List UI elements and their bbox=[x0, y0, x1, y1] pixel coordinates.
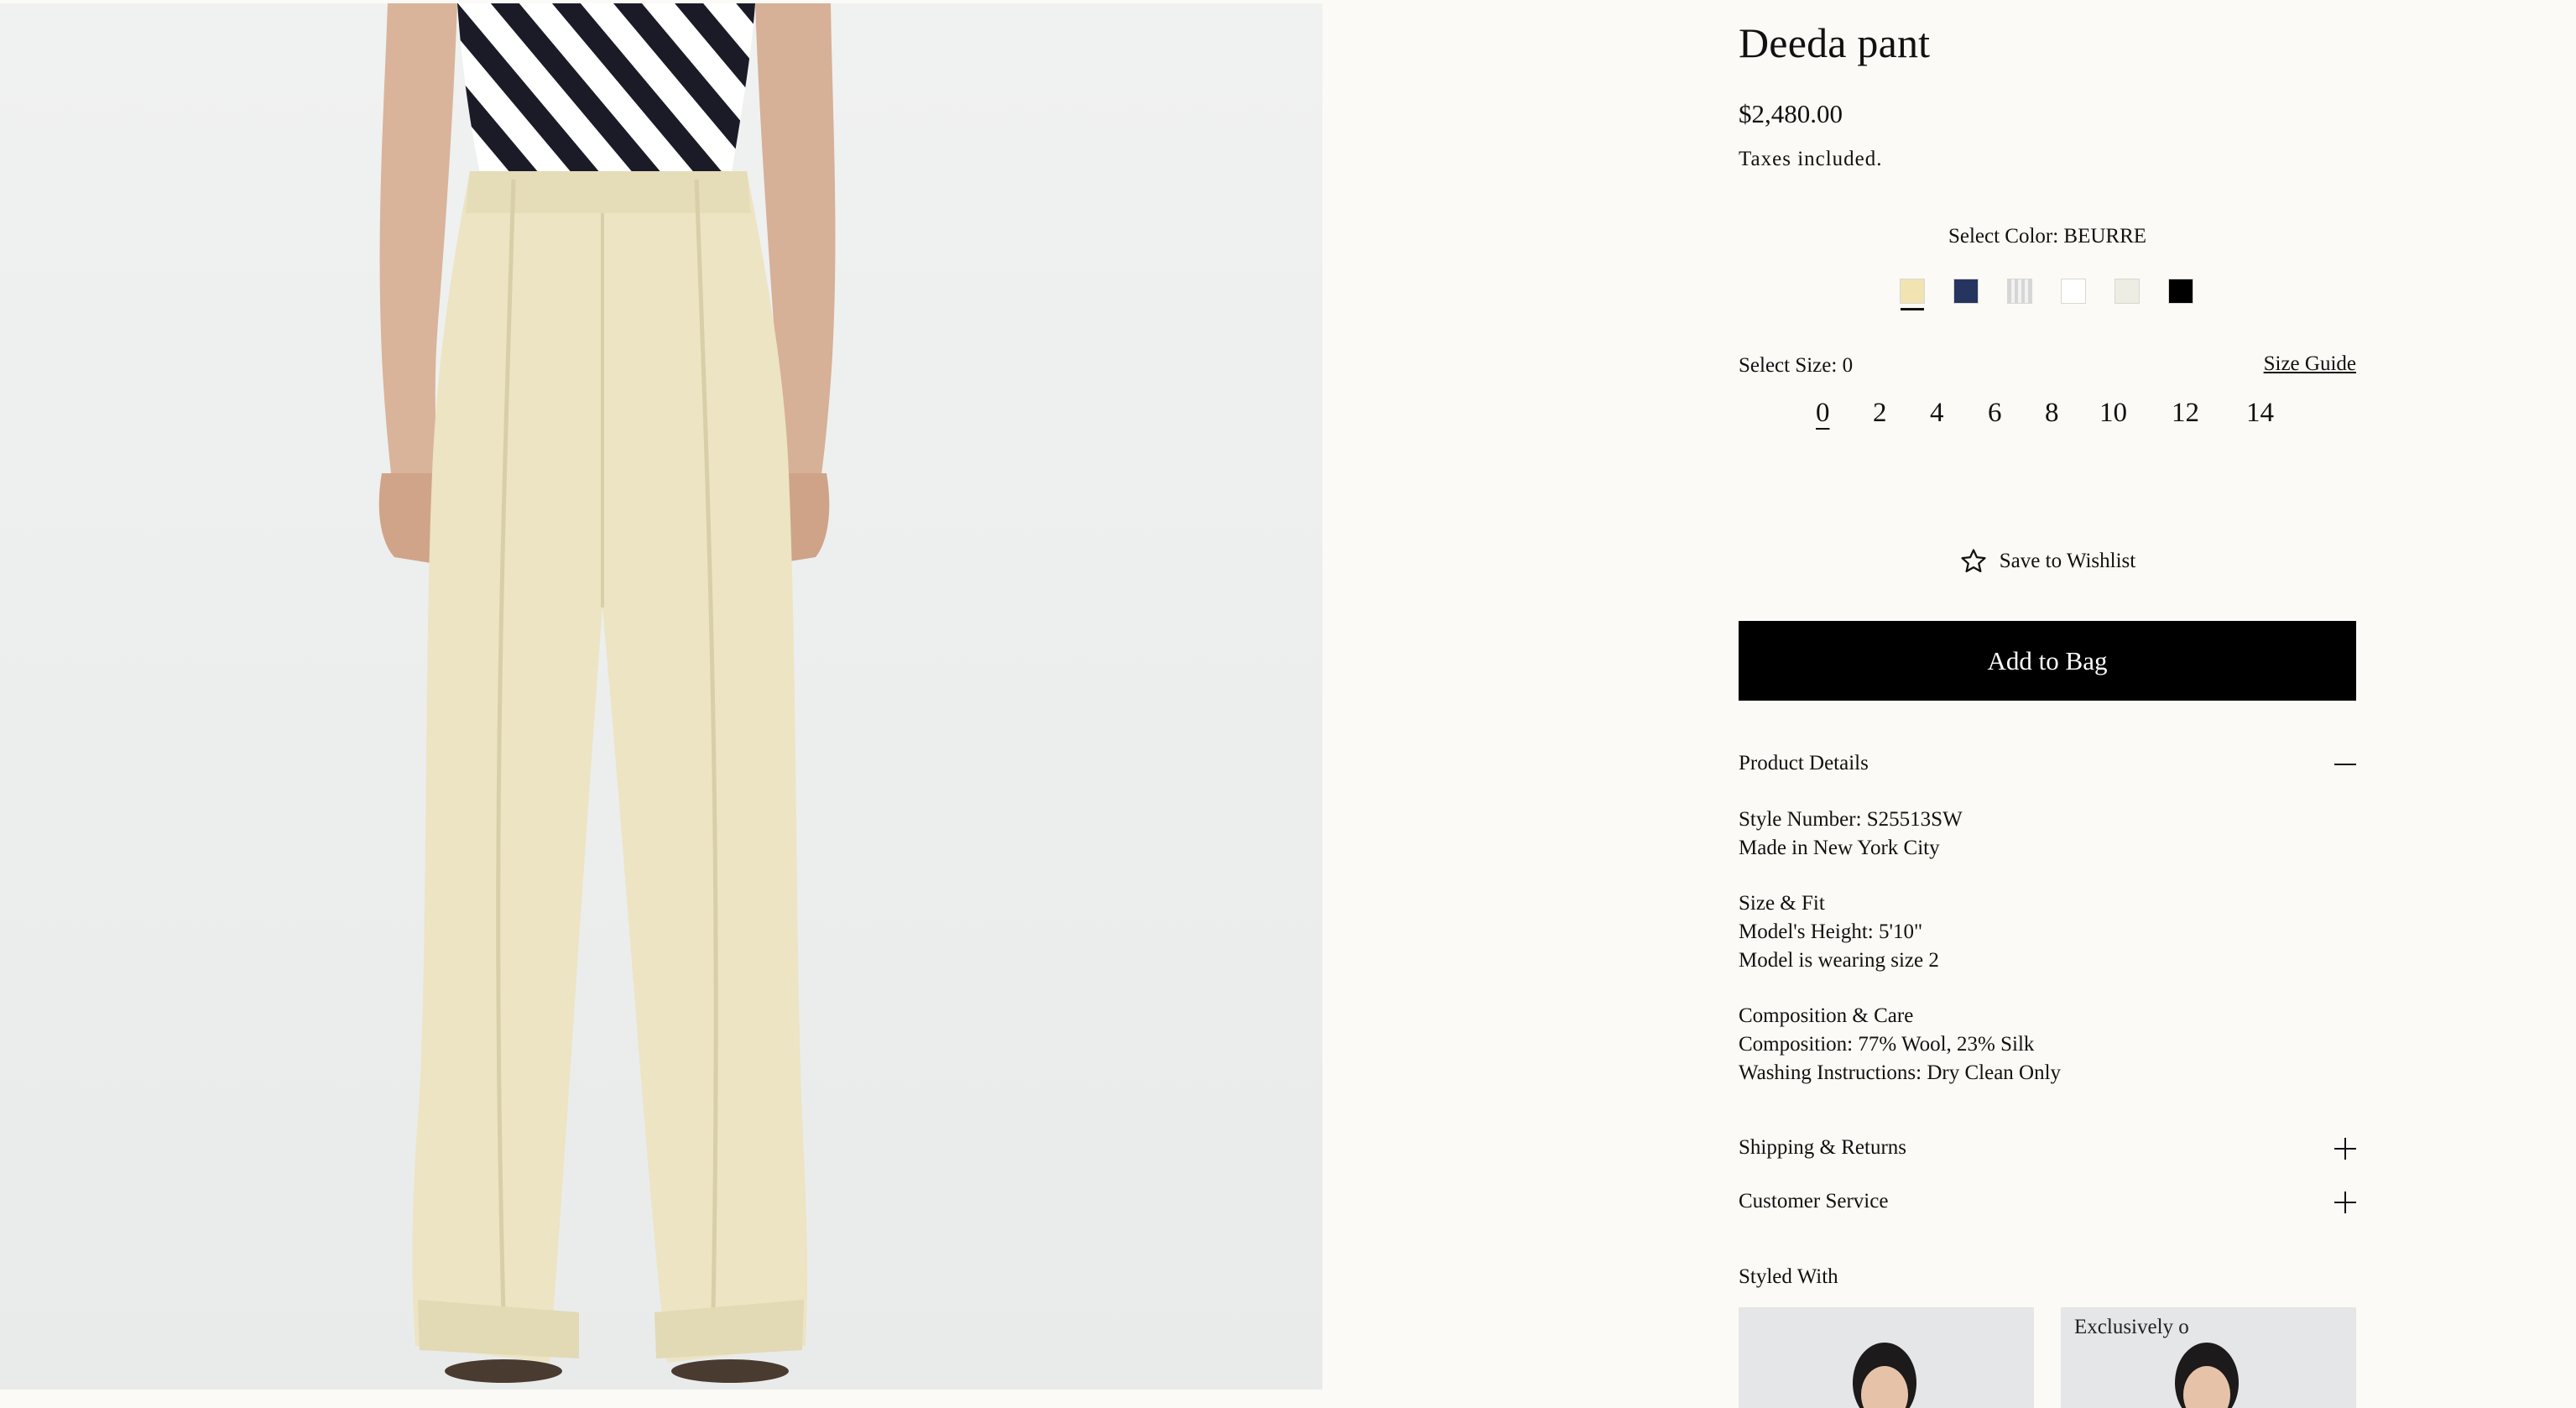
details-line: Composition: 77% Wool, 23% Silk bbox=[1739, 1033, 2035, 1056]
details-group: Size & Fit Model's Height: 5'10" Model is … bbox=[1739, 889, 2356, 975]
exclusive-badge: Exclusively o bbox=[2074, 1316, 2189, 1338]
color-select-label: Select Color: BEURRE bbox=[1948, 225, 2147, 248]
color-swatch-black[interactable] bbox=[2168, 279, 2193, 304]
size-option-10[interactable]: 10 bbox=[2099, 398, 2127, 429]
size-option-6[interactable]: 6 bbox=[1988, 398, 2002, 429]
shipping-returns-toggle[interactable]: Shipping & Returns bbox=[1739, 1136, 2356, 1160]
wishlist-label: Save to Wishlist bbox=[1999, 550, 2136, 572]
details-line: Model is wearing size 2 bbox=[1739, 949, 1939, 972]
size-option-8[interactable]: 8 bbox=[2045, 398, 2059, 429]
size-option-2[interactable]: 2 bbox=[1873, 398, 1887, 429]
color-swatch-white[interactable] bbox=[2061, 279, 2086, 304]
color-swatch-navy[interactable] bbox=[1953, 279, 1979, 304]
shipping-returns-heading: Shipping & Returns bbox=[1739, 1136, 1907, 1159]
size-select-label: Select Size: 0 bbox=[1739, 354, 1854, 377]
taxes-note: Taxes included. bbox=[1739, 148, 1883, 170]
add-to-bag-button[interactable]: Add to Bag bbox=[1739, 621, 2356, 701]
details-group: Style Number: S25513SW Made in New York C… bbox=[1739, 806, 2356, 863]
size-option-0[interactable]: 0 bbox=[1816, 398, 1830, 429]
details-line: Made in New York City bbox=[1739, 837, 1940, 859]
minus-icon bbox=[2334, 754, 2356, 775]
star-icon bbox=[1961, 549, 1986, 573]
details-line: Model's Height: 5'10" bbox=[1739, 920, 1923, 943]
size-guide-link[interactable]: Size Guide bbox=[2264, 352, 2356, 376]
color-swatches bbox=[1900, 279, 2193, 310]
details-line: Style Number: S25513SW bbox=[1739, 808, 1963, 831]
save-to-wishlist-button[interactable]: Save to Wishlist bbox=[1739, 547, 2356, 576]
color-swatch-ivory[interactable] bbox=[2115, 279, 2140, 304]
product-photo bbox=[0, 3, 1322, 1390]
product-details-heading: Product Details bbox=[1739, 752, 1869, 774]
styled-with-item-2[interactable]: Exclusively o bbox=[2061, 1307, 2356, 1408]
styled-with-item-1[interactable] bbox=[1739, 1307, 2034, 1408]
product-info-panel: Deeda pant $2,480.00 Taxes included. Sel… bbox=[1739, 0, 2356, 1408]
plus-icon bbox=[2334, 1138, 2356, 1160]
product-title: Deeda pant bbox=[1739, 19, 1931, 66]
styled-with-heading: Styled With bbox=[1739, 1265, 1838, 1288]
size-option-14[interactable]: 14 bbox=[2246, 398, 2274, 429]
size-option-12[interactable]: 12 bbox=[2172, 398, 2199, 429]
customer-service-toggle[interactable]: Customer Service bbox=[1739, 1190, 2356, 1213]
customer-service-heading: Customer Service bbox=[1739, 1190, 1889, 1212]
plus-icon bbox=[2334, 1192, 2356, 1213]
size-option-4[interactable]: 4 bbox=[1930, 398, 1944, 429]
color-swatch-grey-stripe[interactable] bbox=[2007, 279, 2032, 304]
product-price: $2,480.00 bbox=[1739, 99, 1843, 128]
product-details-content: Style Number: S25513SW Made in New York C… bbox=[1739, 806, 2356, 1114]
details-line: Composition & Care bbox=[1739, 1004, 1914, 1027]
model-wearing-pant-image bbox=[0, 3, 1322, 1390]
details-group: Composition & Care Composition: 77% Wool,… bbox=[1739, 1002, 2356, 1087]
details-line: Washing Instructions: Dry Clean Only bbox=[1739, 1061, 2062, 1084]
model-head-image bbox=[1853, 1343, 1916, 1408]
color-swatch-beurre[interactable] bbox=[1900, 279, 1925, 310]
details-line: Size & Fit bbox=[1739, 892, 1825, 915]
product-details-toggle[interactable]: Product Details bbox=[1739, 752, 2356, 775]
